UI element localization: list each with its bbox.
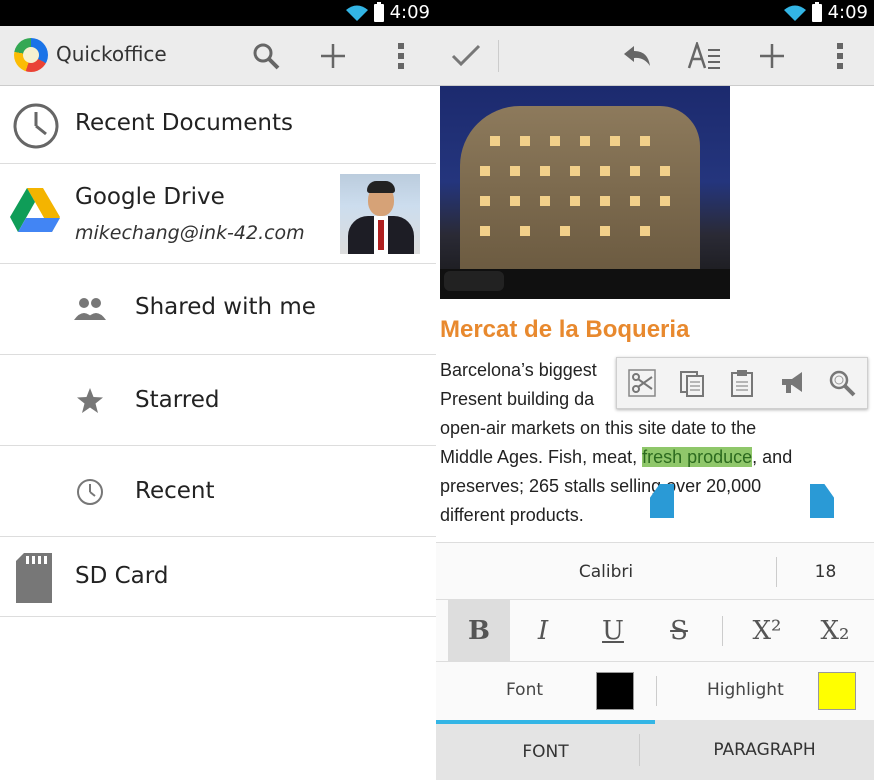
paste-button[interactable] <box>724 365 760 401</box>
font-name-value: Calibri <box>578 562 634 582</box>
file-browser-panel: 4:09 Quickoffice Recent Documents Google… <box>0 0 436 780</box>
star-icon <box>77 388 103 413</box>
body-line: Middle Ages. Fish, meat, fresh produce, … <box>440 447 793 467</box>
search-icon <box>253 43 280 70</box>
color-row: Font Highlight <box>436 662 874 720</box>
plus-icon <box>321 44 345 68</box>
recent-item[interactable]: Recent <box>0 446 436 537</box>
text-style-row: B I U S X² X₂ <box>436 600 874 662</box>
body-line: open-air markets on this site date to th… <box>440 418 757 438</box>
selected-text[interactable]: fresh produce <box>642 447 753 467</box>
check-icon <box>451 44 481 67</box>
strikethrough-button[interactable]: S <box>648 600 710 662</box>
status-time: 4:09 <box>827 2 868 23</box>
people-icon <box>74 298 106 320</box>
tab-font[interactable]: FONT <box>436 720 655 780</box>
document-editor-panel: 4:09 Mercat de la Boqueria Barcelona’s b… <box>436 0 874 780</box>
battery-icon <box>373 1 384 22</box>
text-format-icon <box>687 42 720 69</box>
selection-toolbar <box>616 357 868 409</box>
font-color-label: Font <box>506 680 544 700</box>
font-color-swatch[interactable] <box>596 672 634 710</box>
copy-button[interactable] <box>674 365 710 401</box>
battery-icon <box>811 1 822 22</box>
status-bar: 4:09 <box>0 0 436 26</box>
highlight-label: Highlight <box>707 680 784 700</box>
document-image[interactable] <box>440 86 730 299</box>
subscript-button[interactable]: X₂ <box>804 600 866 662</box>
superscript-button[interactable]: X² <box>736 600 798 662</box>
insert-button[interactable] <box>754 38 790 74</box>
document-heading[interactable]: Mercat de la Boqueria <box>440 316 689 344</box>
editor-action-bar <box>436 26 874 86</box>
search-icon <box>829 370 856 397</box>
google-drive-icon <box>10 188 60 232</box>
search-button[interactable] <box>248 38 284 74</box>
underline-button[interactable]: U <box>582 600 644 662</box>
paste-icon <box>731 370 753 397</box>
italic-button[interactable]: I <box>512 600 574 662</box>
recent-documents-label: Recent Documents <box>75 110 293 136</box>
copy-icon <box>680 371 704 397</box>
body-line: preserves; 265 stalls selling over 20,00… <box>440 476 762 496</box>
add-button[interactable] <box>315 38 351 74</box>
highlight-color-swatch[interactable] <box>818 672 856 710</box>
shared-with-me-item[interactable]: Shared with me <box>0 264 436 355</box>
clock-icon <box>77 479 103 505</box>
shared-with-me-label: Shared with me <box>135 294 316 320</box>
starred-label: Starred <box>135 387 220 413</box>
font-settings-row: Calibri 18 <box>436 542 874 600</box>
undo-icon <box>624 46 650 66</box>
more-vert-icon <box>837 43 843 69</box>
wifi-icon <box>783 5 806 21</box>
overflow-menu-button[interactable] <box>383 38 419 74</box>
cut-icon <box>628 369 656 397</box>
undo-button[interactable] <box>618 38 654 74</box>
font-size-selector[interactable]: 18 <box>777 543 874 601</box>
google-drive-label: Google Drive <box>75 184 225 210</box>
status-time: 4:09 <box>389 2 430 23</box>
overflow-menu-button[interactable] <box>822 38 858 74</box>
find-button[interactable] <box>824 365 860 401</box>
recent-documents-item[interactable]: Recent Documents <box>0 86 436 164</box>
clock-icon <box>13 103 59 149</box>
sd-card-item[interactable]: SD Card <box>0 537 436 617</box>
bold-button[interactable]: B <box>448 600 510 662</box>
megaphone-icon <box>782 372 802 393</box>
sd-card-icon <box>16 553 52 603</box>
starred-item[interactable]: Starred <box>0 355 436 446</box>
action-bar: Quickoffice <box>0 26 436 86</box>
quickoffice-logo <box>14 38 48 72</box>
cut-button[interactable] <box>624 365 660 401</box>
app-title: Quickoffice <box>56 42 167 66</box>
more-vert-icon <box>398 43 404 69</box>
plus-icon <box>760 44 784 68</box>
wifi-icon <box>345 5 368 21</box>
drive-account-email: mikechang@ink-42.com <box>75 222 305 244</box>
google-drive-item[interactable]: Google Drive mikechang@ink-42.com <box>0 164 436 264</box>
recent-label: Recent <box>135 478 215 504</box>
format-tabs: FONT PARAGRAPH <box>436 720 874 780</box>
text-format-button[interactable] <box>686 38 722 74</box>
font-name-selector[interactable]: Calibri <box>436 543 776 601</box>
sd-card-label: SD Card <box>75 563 169 589</box>
tab-paragraph[interactable]: PARAGRAPH <box>655 720 874 780</box>
status-bar: 4:09 <box>436 0 874 26</box>
font-size-value: 18 <box>814 562 837 582</box>
done-button[interactable] <box>448 38 484 74</box>
account-avatar[interactable] <box>340 174 420 254</box>
read-aloud-button[interactable] <box>774 365 810 401</box>
